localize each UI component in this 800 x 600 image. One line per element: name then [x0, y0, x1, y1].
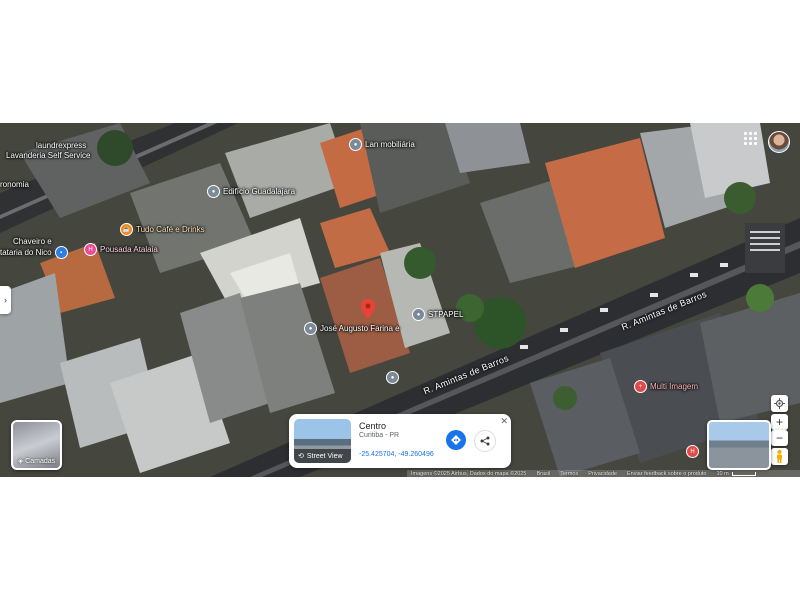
scale-bar[interactable]: 10 m	[716, 471, 756, 477]
street-view-thumbnail[interactable]: ⟲ Street View	[294, 419, 351, 463]
close-icon[interactable]: ✕	[500, 416, 508, 427]
street-view-icon: ⟲	[298, 453, 304, 460]
street-view-label: Street View	[306, 452, 343, 460]
poi-gastronomia[interactable]: ronomia	[0, 180, 29, 189]
layers-button[interactable]: ◈ Camadas	[11, 420, 62, 470]
hotel-icon: H	[84, 243, 97, 256]
place-title: Centro	[359, 421, 387, 431]
place-card: ⟲ Street View Centro Curitiba - PR -25.4…	[289, 414, 511, 468]
privacy-link[interactable]: Privacidade	[588, 471, 617, 477]
zoom-in-button[interactable]: +	[771, 414, 788, 430]
shop-icon: ▪	[54, 246, 68, 259]
poi-small-marker[interactable]: ●	[386, 371, 399, 384]
furniture-store-icon: ●	[349, 138, 362, 151]
terms-link[interactable]: Termos	[560, 471, 578, 477]
map-footer: Imagens ©2025 Airbus, Dados do mapa ©202…	[407, 470, 800, 477]
place-subtitle: Curitiba - PR	[359, 432, 400, 439]
hospital-icon: H	[686, 445, 699, 458]
country-link[interactable]: Brasil	[536, 471, 550, 477]
poi-tudo-cafe[interactable]: ☕ Tudo Café e Drinks	[120, 223, 205, 236]
expand-panel-button[interactable]: ›	[0, 286, 11, 314]
poi-hospital-marker[interactable]: H	[686, 445, 699, 458]
poi-stpapel[interactable]: ● STPAPEL	[412, 308, 463, 321]
poi-multi-imagem[interactable]: + Multi Imagem	[634, 380, 698, 393]
poi-pousada-atalaia[interactable]: H Pousada Atalaia	[84, 243, 158, 256]
layers-label: Camadas	[25, 458, 56, 465]
poi-lan-mobiliaria[interactable]: ● Lan mobiliária	[349, 138, 415, 151]
place-icon: ●	[304, 322, 317, 335]
poi-tataria-nico[interactable]: tataria do Nico ▪	[0, 246, 68, 259]
imagery-attribution: Imagens ©2025 Airbus, Dados do mapa ©202…	[411, 470, 527, 477]
place-icon: ●	[412, 308, 425, 321]
pegman-icon[interactable]	[771, 448, 788, 465]
share-icon[interactable]	[474, 430, 496, 452]
poi-edificio-guadalajara[interactable]: ● Edifício Guadalajara	[207, 185, 295, 198]
poi-lavanderia[interactable]: Lavanderia Self Service	[6, 151, 91, 160]
zoom-out-button[interactable]: −	[771, 430, 788, 446]
building-icon: ●	[207, 185, 220, 198]
cafe-icon: ☕	[120, 223, 133, 236]
medical-icon: +	[634, 380, 647, 393]
place-icon: ●	[386, 371, 399, 384]
apps-grid-icon[interactable]	[744, 132, 758, 146]
poi-jose-augusto[interactable]: ● José Augusto Farina e	[304, 322, 400, 335]
poi-chaveiro[interactable]: Chaveiro e	[13, 237, 52, 246]
my-location-icon[interactable]	[771, 395, 788, 412]
feedback-link[interactable]: Enviar feedback sobre o produto	[627, 471, 707, 477]
place-coordinates[interactable]: -25.425704, -49.260496	[359, 451, 434, 458]
poi-laundrexpress[interactable]: laundrexpress	[36, 141, 86, 150]
street-view-preview[interactable]	[707, 420, 771, 470]
location-pin-icon[interactable]	[361, 299, 375, 319]
directions-icon[interactable]	[446, 430, 466, 450]
account-avatar-icon[interactable]	[768, 131, 790, 153]
